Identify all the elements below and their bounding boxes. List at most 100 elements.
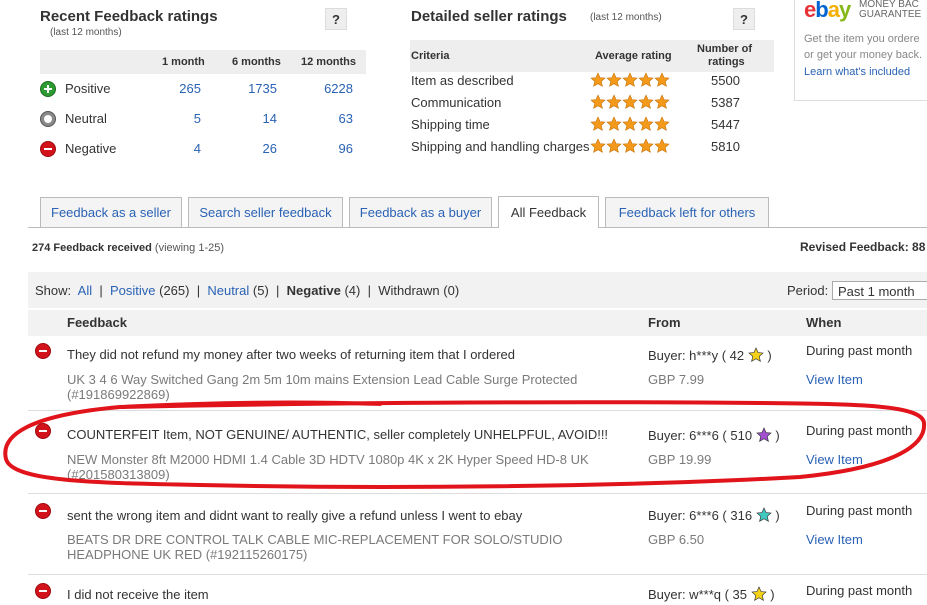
- guarantee-line-1: Get the item you ordere: [804, 33, 920, 45]
- detailed-ratings-subtitle: (last 12 months): [590, 12, 662, 23]
- period-label: Period:: [787, 283, 829, 298]
- col-when: When: [806, 315, 842, 330]
- feedback-comment: They did not refund my money after two w…: [67, 347, 515, 362]
- negative-icon: [40, 141, 56, 157]
- filter-all-link[interactable]: All: [78, 283, 92, 298]
- view-item-link[interactable]: View Item: [806, 372, 863, 387]
- ebay-logo: ebay: [804, 0, 851, 22]
- learn-more-link[interactable]: Learn what's included: [804, 66, 910, 78]
- filter-links: Show: All | Positive (265) | Neutral (5)…: [35, 283, 459, 298]
- star-icon: [606, 94, 622, 109]
- criteria-label: Communication: [411, 95, 502, 110]
- negative-count: (4): [344, 283, 361, 298]
- tab-feedback-as-seller[interactable]: Feedback as a seller: [40, 197, 182, 227]
- row-label: Neutral: [65, 111, 107, 126]
- count-link[interactable]: 96: [339, 141, 353, 156]
- detailed-row: Shipping time 5447: [410, 114, 774, 136]
- tab-feedback-as-buyer[interactable]: Feedback as a buyer: [349, 197, 492, 227]
- tab-search-seller-feedback[interactable]: Search seller feedback: [188, 197, 343, 227]
- detailed-row: Communication 5387: [410, 92, 774, 114]
- star-icon: [606, 116, 622, 131]
- negative-icon: [35, 583, 51, 599]
- count-link[interactable]: 63: [339, 111, 353, 126]
- col-criteria: Criteria: [411, 50, 450, 62]
- feedback-summary: 274 Feedback received (viewing 1-25): [32, 242, 224, 254]
- item-title[interactable]: BEATS DR DRE CONTROL TALK CABLE MIC-REPL…: [67, 532, 563, 562]
- count-link[interactable]: 26: [263, 141, 277, 156]
- recent-row-neutral: Neutral 5 14 63: [40, 108, 366, 130]
- star-rating: [590, 138, 670, 154]
- rating-count: 5387: [711, 95, 740, 110]
- tab-all-feedback[interactable]: All Feedback: [498, 196, 599, 228]
- positive-icon: [40, 81, 56, 97]
- guarantee-badge: MONEY BAC GUARANTEE: [859, 0, 922, 20]
- buyer-info: Buyer: w***q ( 35 ): [648, 586, 775, 602]
- star-icon: [606, 138, 622, 153]
- star-icon: [755, 507, 772, 523]
- tab-feedback-left-for-others[interactable]: Feedback left for others: [605, 197, 769, 227]
- filter-withdrawn: Withdrawn: [378, 283, 440, 298]
- star-icon: [747, 347, 764, 363]
- col-from: From: [648, 315, 681, 330]
- period-select[interactable]: Past 1 month: [832, 281, 927, 300]
- recent-help-icon[interactable]: ?: [325, 8, 347, 30]
- count-link[interactable]: 265: [179, 81, 201, 96]
- star-rating: [590, 116, 670, 132]
- rating-count: 5447: [711, 117, 740, 132]
- star-icon: [622, 94, 638, 109]
- when-text: During past month: [806, 503, 913, 518]
- recent-ratings-header: 1 month 6 months 12 months: [40, 50, 366, 74]
- buyer-info: Buyer: h***y ( 42 ): [648, 347, 772, 363]
- count-link[interactable]: 4: [194, 141, 201, 156]
- detailed-help-icon[interactable]: ?: [733, 8, 755, 30]
- count-link[interactable]: 6228: [324, 81, 353, 96]
- recent-ratings-title: Recent Feedback ratings: [40, 8, 218, 25]
- star-icon: [638, 138, 654, 153]
- rating-count: 5810: [711, 139, 740, 154]
- col-1-month: 1 month: [162, 56, 205, 68]
- star-icon: [622, 72, 638, 87]
- positive-count: (265): [159, 283, 190, 298]
- row-label: Negative: [65, 141, 117, 156]
- star-icon: [590, 138, 606, 153]
- count-link[interactable]: 14: [263, 111, 277, 126]
- detailed-row: Shipping and handling charges 5810: [410, 136, 774, 158]
- criteria-label: Shipping and handling charges: [411, 139, 590, 154]
- star-icon: [590, 116, 606, 131]
- item-price: GBP 7.99: [648, 372, 705, 387]
- negative-icon: [35, 343, 51, 359]
- detailed-ratings-header: Criteria Average rating Number of rating…: [410, 40, 774, 72]
- star-icon: [590, 94, 606, 109]
- star-icon: [654, 116, 670, 131]
- withdrawn-count: (0): [443, 283, 460, 298]
- star-icon: [590, 72, 606, 87]
- star-icon: [606, 72, 622, 87]
- neutral-count: (5): [252, 283, 269, 298]
- star-rating: [590, 72, 670, 88]
- when-text: During past month: [806, 343, 913, 358]
- col-12-months: 12 months: [301, 56, 357, 68]
- feedback-received: 274 Feedback received: [32, 242, 152, 254]
- count-link[interactable]: 1735: [248, 81, 277, 96]
- rating-count: 5500: [711, 73, 740, 88]
- filter-positive-link[interactable]: Positive: [110, 283, 156, 298]
- criteria-label: Shipping time: [411, 117, 490, 132]
- negative-icon: [35, 503, 51, 519]
- star-icon: [654, 94, 670, 109]
- separator: |: [367, 283, 371, 298]
- col-number-of: Number of: [697, 43, 752, 55]
- col-ratings: ratings: [708, 56, 745, 68]
- recent-row-positive: Positive 265 1735 6228: [40, 78, 366, 100]
- guarantee-line-2: or get your money back.: [804, 49, 923, 61]
- col-average-rating: Average rating: [595, 50, 672, 62]
- row-divider: [28, 574, 927, 575]
- filter-neutral-link[interactable]: Neutral: [207, 283, 249, 298]
- star-icon: [638, 72, 654, 87]
- neutral-icon: [40, 111, 56, 127]
- view-item-link[interactable]: View Item: [806, 532, 863, 547]
- viewing-range: (viewing 1-25): [154, 242, 225, 254]
- criteria-label: Item as described: [411, 73, 514, 88]
- buyer-info: Buyer: 6***6 ( 316 ): [648, 507, 780, 523]
- count-link[interactable]: 5: [194, 111, 201, 126]
- col-6-months: 6 months: [232, 56, 281, 68]
